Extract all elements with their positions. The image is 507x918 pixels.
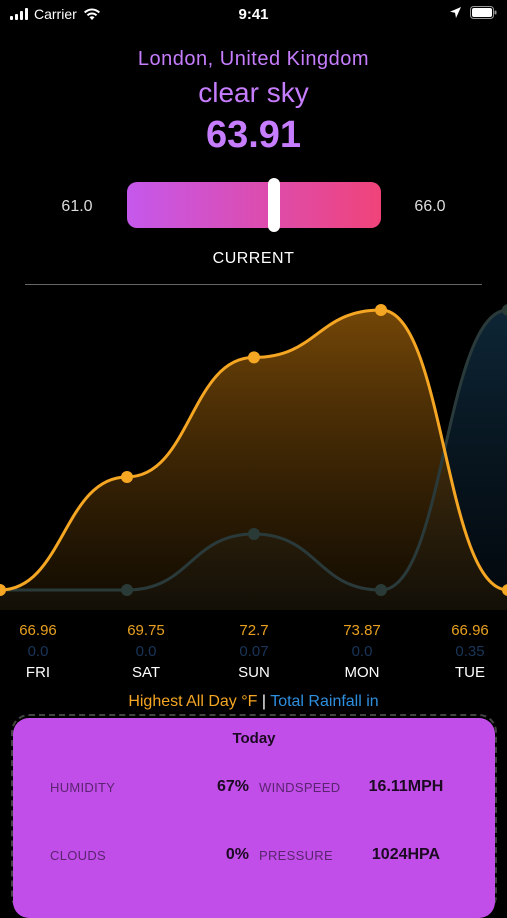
high-temp-point-sun <box>248 351 260 364</box>
forecast-col-mon: 73.87 0.0 MON <box>322 620 402 684</box>
forecast-col-sat: 69.75 0.0 SAT <box>106 620 186 684</box>
high-temp-point-mon <box>375 304 387 316</box>
rainfall-point-sat <box>121 584 133 596</box>
current-temperature: 63.91 <box>205 114 302 156</box>
windspeed-value: 16.11MPH <box>368 778 444 795</box>
temperature-range-bar <box>127 182 381 228</box>
clouds-value: 0% <box>225 846 249 863</box>
status-right <box>449 6 497 19</box>
today-title: Today <box>232 730 276 747</box>
today-card: Today HUMIDITY 67% WINDSPEED 16.11MPH CL… <box>13 718 495 918</box>
high-value: 66.96 <box>451 622 489 639</box>
day-label: FRI <box>25 664 51 681</box>
current-temperature-marker <box>268 178 281 232</box>
divider <box>25 284 482 285</box>
clouds-label: CLOUDS <box>50 848 106 863</box>
forecast-chart <box>0 304 507 610</box>
min-temperature: 61.0 <box>61 198 93 215</box>
max-temperature: 66.0 <box>414 198 446 215</box>
chart-legend: Highest All Day °F | Total Rainfall in <box>0 693 507 711</box>
high-value: 73.87 <box>343 622 381 639</box>
day-label: SUN <box>238 664 270 681</box>
rainfall-point-mon <box>375 584 387 596</box>
day-label: TUE <box>455 664 485 681</box>
location-arrow-icon <box>450 7 461 18</box>
rain-value: 0.0 <box>135 643 157 660</box>
weather-condition: clear sky <box>198 77 309 108</box>
legend-high: Highest All Day °F <box>128 693 258 710</box>
forecast-col-sun: 72.7 0.07 SUN <box>214 620 294 684</box>
forecast-col-fri: 66.96 0.0 FRI <box>0 620 78 684</box>
windspeed-label: WINDSPEED <box>259 780 341 795</box>
clock: 9:41 <box>238 6 269 23</box>
forecast-values: 66.96 0.0 FRI 69.75 0.0 SAT 72.7 0.07 SU… <box>0 620 507 690</box>
legend-rain: Total Rainfall in <box>270 693 379 710</box>
rainfall-point-sun <box>248 528 260 540</box>
rain-value: 0.0 <box>351 643 373 660</box>
rain-value: 0.07 <box>239 643 269 660</box>
high-value: 66.96 <box>19 622 57 639</box>
high-value: 69.75 <box>127 622 165 639</box>
rain-value: 0.35 <box>455 643 485 660</box>
rain-value: 0.0 <box>27 643 49 660</box>
day-label: SAT <box>131 664 161 681</box>
legend-separator: | <box>257 693 271 710</box>
humidity-value: 67% <box>216 778 249 795</box>
day-label: MON <box>344 664 380 681</box>
high-temp-point-sat <box>121 470 133 483</box>
high-value: 72.7 <box>239 622 269 639</box>
location-title: London, United Kingdom <box>137 48 370 70</box>
pressure-label: PRESSURE <box>259 848 333 863</box>
humidity-label: HUMIDITY <box>50 780 116 795</box>
forecast-col-tue: 66.96 0.35 TUE <box>430 620 507 684</box>
status-bar: Carrier 9:41 <box>0 0 507 28</box>
battery-icon <box>470 6 497 19</box>
pressure-value: 1024HPA <box>371 846 441 863</box>
current-label: CURRENT <box>212 250 295 267</box>
